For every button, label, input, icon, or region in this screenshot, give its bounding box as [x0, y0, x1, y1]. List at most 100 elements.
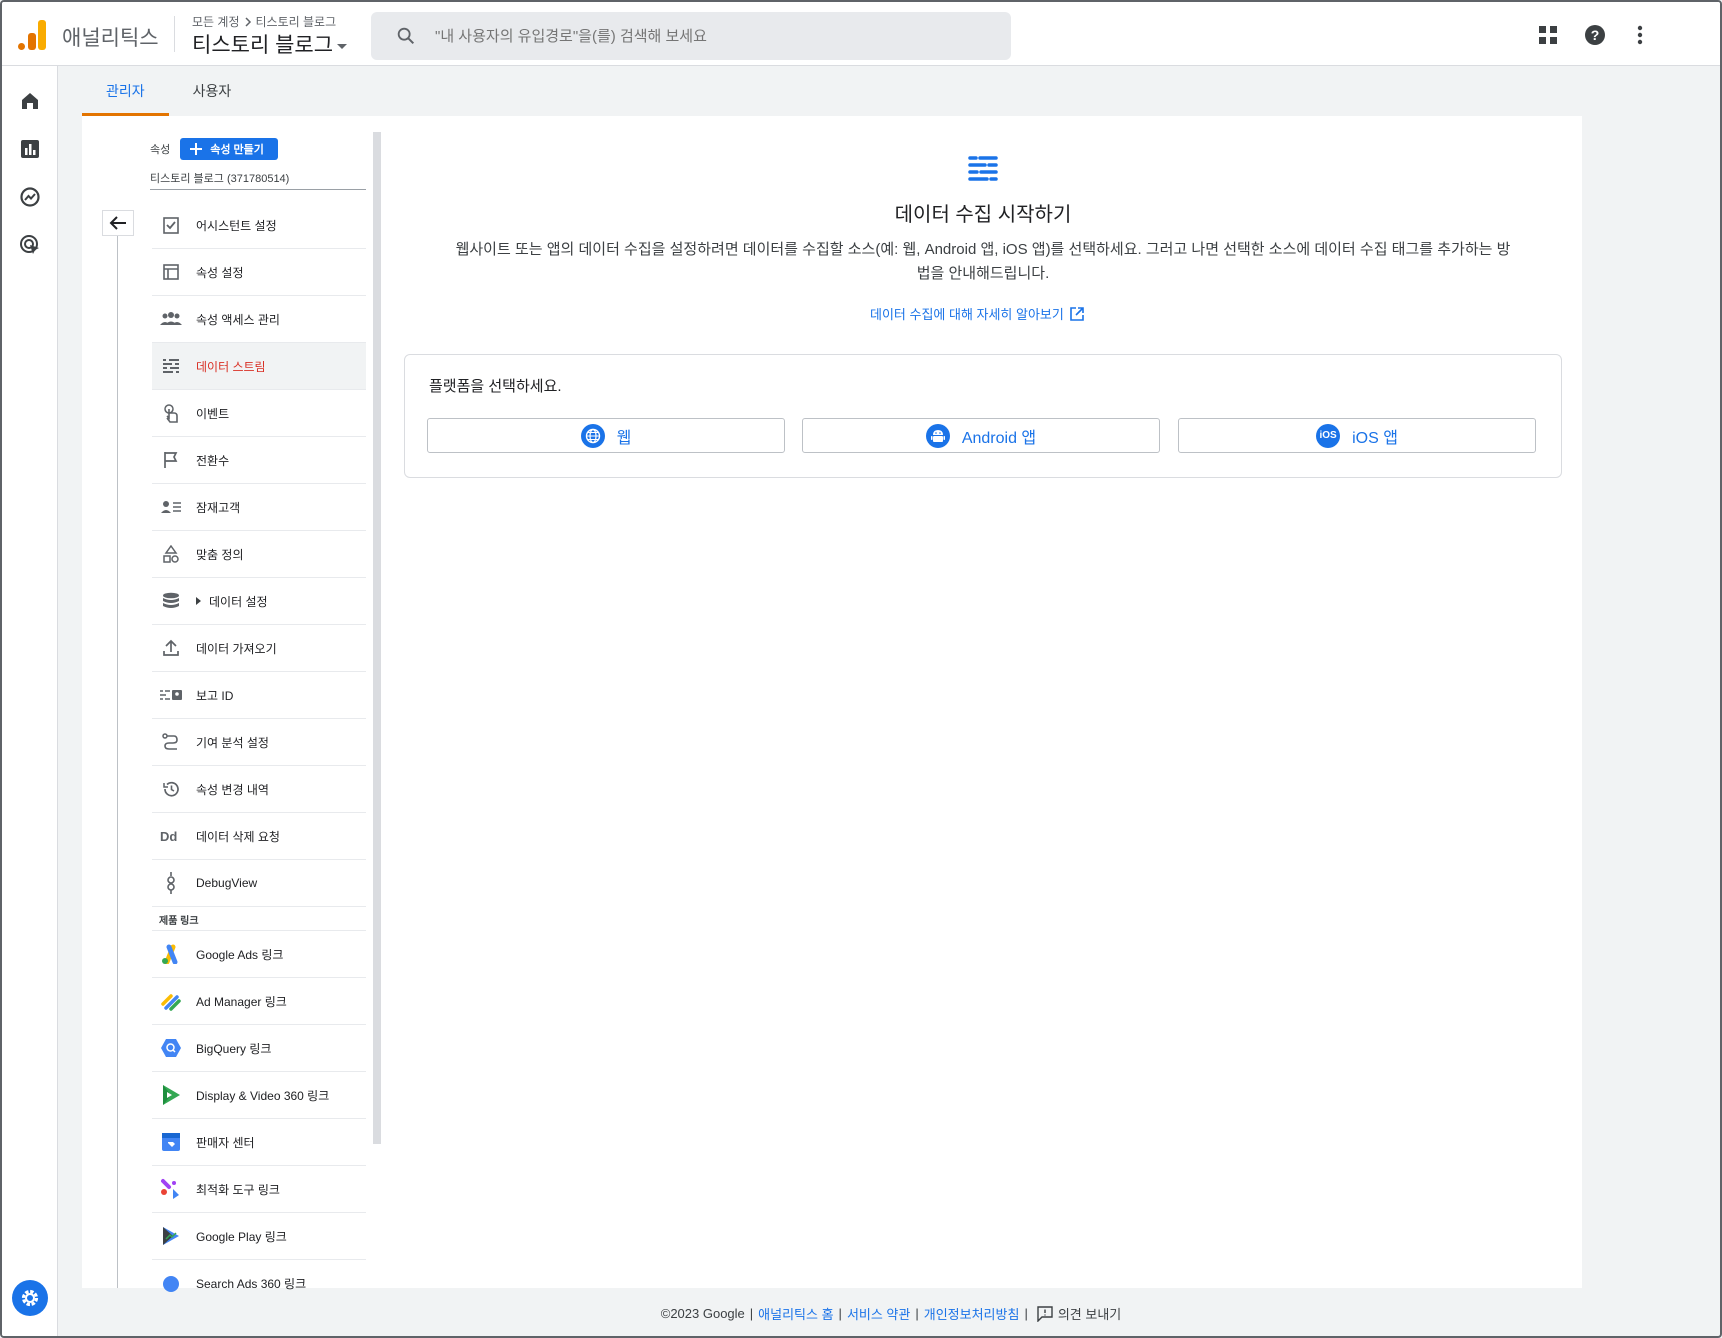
menu-item-attribution-settings[interactable]: 기여 분석 설정: [152, 719, 366, 766]
gear-icon[interactable]: [12, 1280, 48, 1316]
menu-item-reporting-identity[interactable]: 보고 ID: [152, 672, 366, 719]
shapes-icon: [160, 543, 182, 565]
open-in-new-icon: [1070, 306, 1084, 321]
menu-item-ad-manager[interactable]: Ad Manager 링크: [152, 978, 366, 1025]
platform-android-label: Android 앱: [961, 429, 1037, 447]
menu-item-change-history[interactable]: 속성 변경 내역: [152, 766, 366, 813]
menu-item-property-settings[interactable]: 속성 설정: [152, 249, 366, 296]
menu-item-google-ads[interactable]: Google Ads 링크: [152, 931, 366, 978]
property-name[interactable]: 티스토리 블로그 (371780514): [150, 170, 289, 186]
create-property-label: 속성 만들기: [210, 144, 264, 156]
footer-link-privacy[interactable]: 개인정보처리방침: [924, 1304, 1020, 1323]
menu-item-data-streams[interactable]: 데이터 스트림: [152, 343, 366, 390]
feedback-label: 의견 보내기: [1057, 1307, 1122, 1322]
menu-item-data-deletion[interactable]: Dd 데이터 삭제 요청: [152, 813, 366, 860]
menu-item-events[interactable]: 이벤트: [152, 390, 366, 437]
menu-item-label: 판매자 센터: [196, 1135, 255, 1150]
dv360-icon: [160, 1084, 182, 1106]
people-icon: [160, 308, 182, 330]
footer-separator: |: [915, 1306, 919, 1321]
android-icon: [925, 423, 950, 448]
menu-item-label: 속성 변경 내역: [196, 782, 269, 797]
menu-item-debugview[interactable]: DebugView: [152, 860, 366, 907]
analytics-logo-icon[interactable]: [18, 20, 46, 50]
learn-more-label: 데이터 수집에 대해 자세히 알아보기: [870, 307, 1064, 322]
footer-link-analytics-home[interactable]: 애널리틱스 홈: [758, 1304, 833, 1323]
tab-user[interactable]: 사용자: [169, 66, 256, 116]
ad-manager-icon: [160, 990, 182, 1012]
database-icon: [160, 590, 182, 612]
plus-icon: [190, 143, 203, 155]
chevron-right-icon: [244, 16, 251, 27]
header-divider: [174, 16, 175, 52]
menu-item-access-management[interactable]: 속성 액세스 관리: [152, 296, 366, 343]
home-icon[interactable]: [19, 90, 41, 112]
menu-item-custom-definitions[interactable]: 맞춤 정의: [152, 531, 366, 578]
nav-guide-line: [117, 236, 118, 1288]
tab-admin[interactable]: 관리자: [82, 66, 169, 116]
upload-icon: [160, 637, 182, 659]
breadcrumb-property[interactable]: 티스토리 블로그: [256, 13, 337, 30]
left-nav-rail: [2, 66, 58, 1336]
help-icon[interactable]: ?: [1584, 24, 1606, 46]
breadcrumb-account[interactable]: 모든 계정: [192, 13, 240, 30]
property-label: 속성: [150, 144, 171, 156]
search-input[interactable]: [435, 27, 995, 45]
more-vert-icon[interactable]: [1629, 24, 1651, 46]
menu-item-label: DebugView: [196, 876, 258, 890]
menu-item-google-play[interactable]: Google Play 링크: [152, 1213, 366, 1260]
breadcrumb[interactable]: 모든 계정 티스토리 블로그: [192, 13, 336, 30]
property-selector[interactable]: 티스토리 블로그: [192, 29, 348, 59]
menu-item-label: 기여 분석 설정: [196, 735, 269, 750]
platform-web-button[interactable]: 웹: [427, 418, 785, 453]
menu-item-merchant-center[interactable]: 판매자 센터: [152, 1119, 366, 1166]
menu-item-search-ads-360[interactable]: Search Ads 360 링크: [152, 1260, 366, 1307]
app-name: 애널리틱스: [62, 27, 159, 50]
menu-item-label: Search Ads 360 링크: [196, 1277, 307, 1291]
platform-chooser: 플랫폼을 선택하세요. 웹 Android 앱 iOS iOS 앱: [404, 354, 1562, 478]
flag-icon: [160, 449, 182, 471]
data-stream-icon: [968, 156, 998, 181]
footer-link-terms[interactable]: 서비스 약관: [847, 1304, 910, 1323]
property-settings-icon: [160, 261, 182, 283]
ios-icon: iOS: [1316, 423, 1341, 448]
menu-item-label: 속성 액세스 관리: [196, 312, 280, 327]
menu-item-dv360[interactable]: Display & Video 360 링크: [152, 1072, 366, 1119]
bigquery-icon: [160, 1037, 182, 1059]
audience-icon: [160, 496, 182, 518]
search-bar[interactable]: [371, 12, 1011, 60]
top-bar: 애널리틱스 모든 계정 티스토리 블로그 티스토리 블로그 ?: [2, 2, 1720, 66]
menu-item-label: 데이터 가져오기: [196, 641, 277, 656]
menu-item-bigquery[interactable]: BigQuery 링크: [152, 1025, 366, 1072]
footer-separator: |: [749, 1306, 754, 1321]
feedback-button[interactable]: 의견 보내기: [1037, 1304, 1121, 1323]
history-icon: [160, 778, 182, 800]
platform-android-button[interactable]: Android 앱: [802, 418, 1160, 453]
property-title: 티스토리 블로그: [192, 34, 334, 57]
learn-more-link[interactable]: 데이터 수집에 대해 자세히 알아보기: [870, 304, 1084, 323]
scrollbar[interactable]: [373, 132, 381, 1144]
create-property-button[interactable]: 속성 만들기: [180, 138, 278, 160]
feedback-icon: [1037, 1305, 1053, 1322]
platform-ios-button[interactable]: iOS iOS 앱: [1178, 418, 1536, 453]
menu-item-optimize[interactable]: 최적화 도구 링크: [152, 1166, 366, 1213]
expand-arrow-icon[interactable]: [196, 597, 201, 605]
dropdown-caret-icon: [337, 43, 348, 49]
platform-prompt: 플랫폼을 선택하세요.: [429, 378, 562, 395]
menu-item-audiences[interactable]: 잠재고객: [152, 484, 366, 531]
footer: ©2023 Google | 애널리틱스 홈 | 서비스 약관 | 개인정보처리…: [58, 1304, 1720, 1323]
menu-item-label: 맞춤 정의: [196, 547, 244, 562]
merchant-center-icon: [160, 1131, 182, 1153]
admin-tabs: 관리자 사용자: [82, 66, 255, 116]
apps-icon[interactable]: [1537, 24, 1559, 46]
advertising-icon[interactable]: [19, 234, 41, 256]
optimize-icon: [160, 1178, 182, 1200]
reports-icon[interactable]: [19, 138, 41, 160]
menu-item-label: Google Play 링크: [196, 1229, 287, 1244]
menu-item-data-import[interactable]: 데이터 가져오기: [152, 625, 366, 672]
menu-item-conversions[interactable]: 전환수: [152, 437, 366, 484]
menu-item-data-settings[interactable]: 데이터 설정: [152, 578, 366, 625]
data-stream-icon: [160, 355, 182, 377]
reporting-id-icon: [160, 684, 182, 706]
attribution-icon: [160, 731, 182, 753]
